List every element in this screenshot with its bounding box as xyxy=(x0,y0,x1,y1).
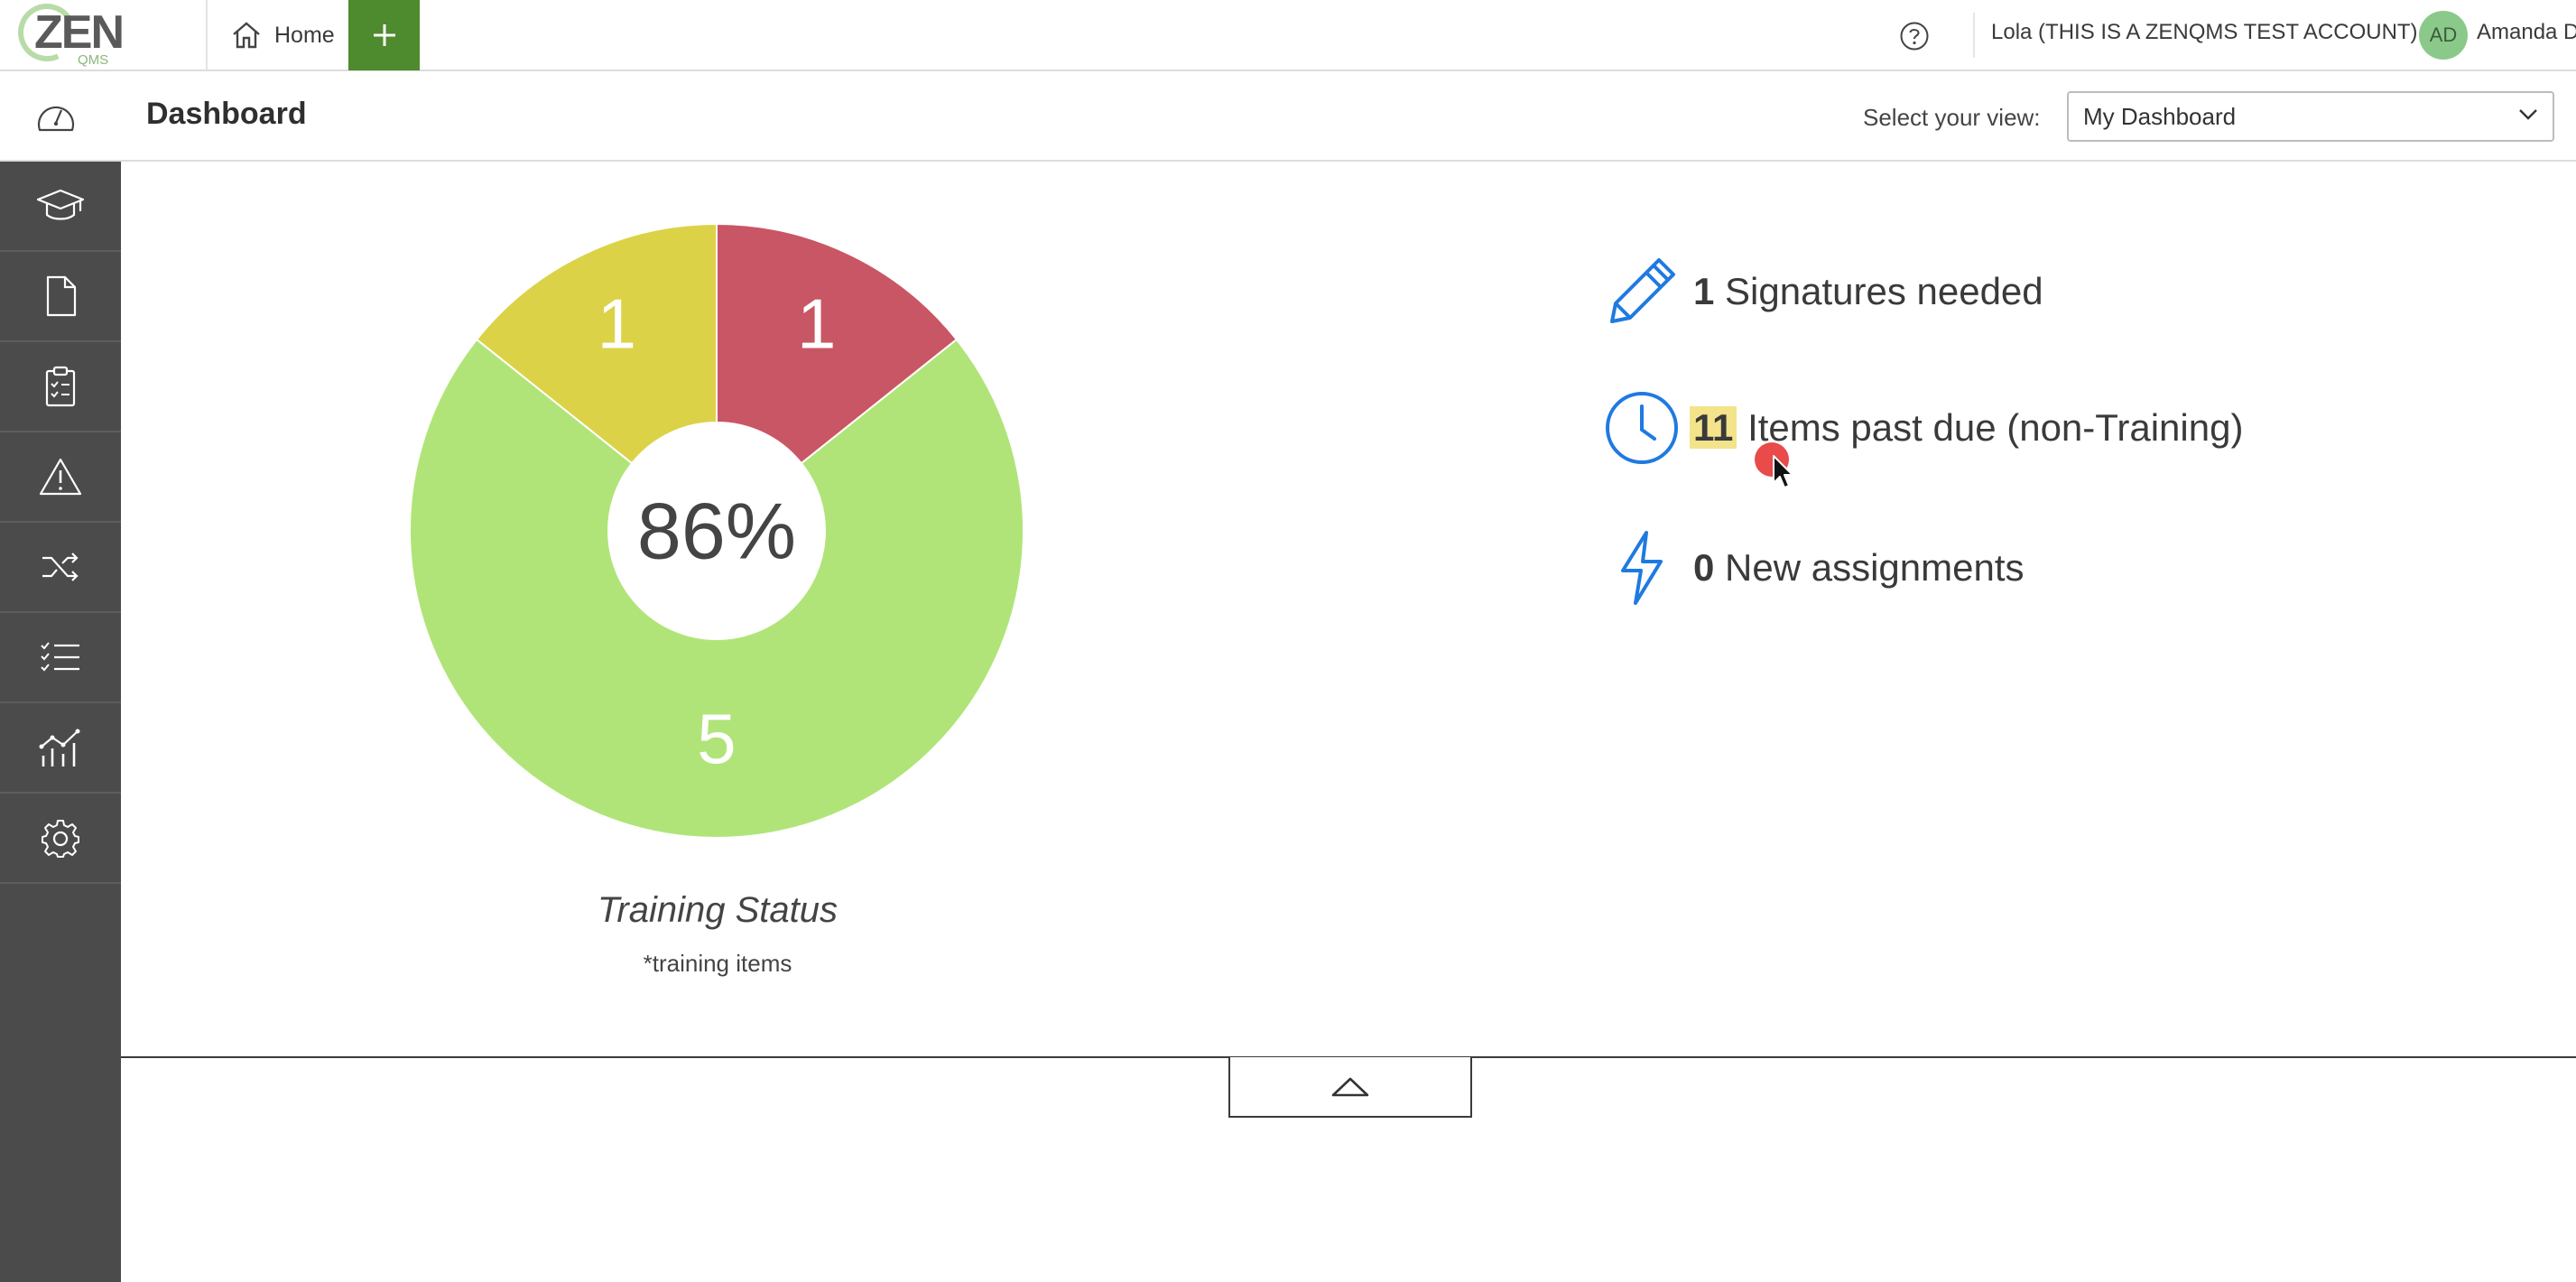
pencil-icon xyxy=(1603,253,1681,330)
lightning-icon xyxy=(1603,529,1681,607)
graduation-cap-icon xyxy=(36,189,85,220)
chart-title: Training Status xyxy=(597,890,839,930)
home-icon xyxy=(233,22,260,49)
signatures-label: Signatures needed xyxy=(1725,270,2043,312)
tab-home[interactable]: Home xyxy=(206,0,348,70)
slice-value-label: 1 xyxy=(598,283,636,363)
sidebar-item-training[interactable] xyxy=(0,162,121,252)
sidebar xyxy=(0,162,121,1282)
avatar[interactable]: AD xyxy=(2419,11,2468,60)
analytics-chart-icon xyxy=(39,729,80,766)
top-bar: ZEN QMS Home Lola (THIS IS A ZENQMS TEST… xyxy=(0,0,2576,71)
page-header: Dashboard Select your view: My Dashboard xyxy=(0,71,2576,162)
view-select-label: Select your view: xyxy=(1863,104,2041,131)
sidebar-item-audits[interactable] xyxy=(0,342,121,432)
past-due-label: Items past due (non-Training) xyxy=(1747,406,2244,449)
plus-icon xyxy=(373,24,395,46)
signatures-needed-stat[interactable]: 1 Signatures needed xyxy=(1603,253,2043,330)
chart-center-percentage: 86% xyxy=(637,487,796,576)
new-assignments-label: New assignments xyxy=(1725,546,2025,589)
slice-value-label: 5 xyxy=(697,699,736,778)
add-new-button[interactable] xyxy=(348,0,420,70)
view-select[interactable]: My Dashboard xyxy=(2067,91,2554,142)
divider xyxy=(1973,13,1975,58)
sidebar-item-documents[interactable] xyxy=(0,252,121,342)
new-assignments-count: 0 xyxy=(1693,546,1715,589)
tab-home-label: Home xyxy=(274,22,335,48)
view-select-value: My Dashboard xyxy=(2083,102,2237,130)
slice-value-label: 1 xyxy=(797,283,836,363)
help-icon[interactable] xyxy=(1899,21,1930,51)
user-name[interactable]: Amanda D xyxy=(2477,20,2576,45)
warning-icon xyxy=(39,458,82,496)
sidebar-item-workflows[interactable] xyxy=(0,523,121,613)
document-icon xyxy=(46,275,77,317)
page-title: Dashboard xyxy=(146,97,307,131)
past-due-count: 11 xyxy=(1690,406,1737,449)
account-name[interactable]: Lola (THIS IS A ZENQMS TEST ACCOUNT) xyxy=(1991,20,2418,45)
chevron-down-icon xyxy=(2519,109,2537,120)
signatures-needed-text: 1 Signatures needed xyxy=(1693,270,2043,313)
logo-text: ZEN xyxy=(34,6,125,59)
training-status-chart[interactable]: 1 5 1 86% xyxy=(410,224,1024,838)
sidebar-item-settings[interactable] xyxy=(0,794,121,884)
clipboard-checklist-icon xyxy=(45,366,76,407)
sidebar-item-tasks[interactable] xyxy=(0,613,121,703)
gear-icon xyxy=(42,820,79,858)
chart-subtitle: *training items xyxy=(643,950,792,977)
zenqms-logo[interactable]: ZEN QMS xyxy=(9,0,125,70)
sidebar-item-issues[interactable] xyxy=(0,432,121,523)
clock-icon xyxy=(1603,389,1681,467)
chevron-up-icon xyxy=(1331,1077,1369,1096)
collapse-panel-button[interactable] xyxy=(1228,1057,1472,1118)
dashboard-gauge-icon xyxy=(37,106,75,132)
checklist-icon xyxy=(41,642,79,672)
items-past-due-stat[interactable]: 11 Items past due (non-Training) xyxy=(1603,389,2243,467)
sidebar-item-analytics[interactable] xyxy=(0,703,121,794)
logo-subtext: QMS xyxy=(78,52,109,68)
signatures-count: 1 xyxy=(1693,270,1715,312)
mouse-cursor-icon xyxy=(1773,455,1793,488)
new-assignments-stat[interactable]: 0 New assignments xyxy=(1603,529,2025,607)
new-assignments-text: 0 New assignments xyxy=(1693,546,2025,590)
shuffle-icon xyxy=(42,553,79,581)
